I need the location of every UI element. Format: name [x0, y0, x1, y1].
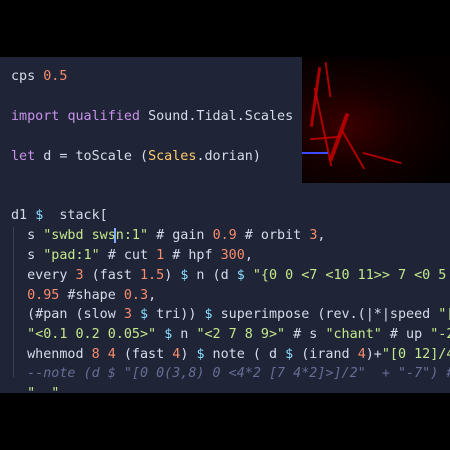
code-token: s — [11, 248, 44, 263]
code-token: , — [148, 288, 157, 303]
code-token: , — [244, 248, 253, 263]
code-token: "pad:1" — [43, 248, 100, 263]
code-token: " " — [27, 386, 59, 393]
code-token: (fast — [115, 347, 173, 362]
code-token: "[ — [438, 307, 450, 322]
video-streak — [324, 62, 332, 97]
code-line-cps[interactable]: cps 0.5 — [11, 69, 67, 85]
code-token: d1 — [11, 208, 36, 223]
code-token: $ — [204, 307, 213, 322]
code-token: #shape — [59, 288, 124, 303]
code-token: d = toScale ( — [43, 149, 149, 164]
code-line-comment[interactable]: --note (d $ "[0 0(3,8) 0 <4*2 [7 4*2]>]/… — [11, 366, 450, 382]
code-token: superimpose (rev.(|*|speed — [212, 307, 439, 322]
code-line-s-pad[interactable]: s "pad:1" # cut 1 # hpf 300, — [11, 248, 253, 264]
code-token: n — [172, 327, 197, 342]
code-token: 4 — [107, 347, 116, 362]
code-token: $ — [285, 347, 294, 362]
code-token: stack[ — [43, 208, 108, 223]
code-line-import[interactable]: import qualified Sound.Tidal.Scales a — [11, 109, 309, 125]
code-token: # s — [285, 327, 326, 342]
code-token: "<0.1 0.2 0.05>" — [27, 327, 157, 342]
code-token: $ — [196, 347, 205, 362]
code-token: # orbit — [236, 228, 310, 243]
code-token: 1.5 — [140, 268, 165, 283]
code-token: note ( d — [204, 347, 286, 362]
code-token: 0.3 — [123, 288, 149, 303]
code-token: (fast — [83, 268, 140, 283]
code-token: 0.9 — [212, 228, 237, 243]
code-line-chant[interactable]: "<0.1 0.2 0.05>" $ n "<2 7 8 9>" # s "ch… — [11, 327, 450, 343]
code-token: "[0 12]/4 — [381, 347, 450, 362]
code-token: )+ — [365, 347, 382, 362]
code-token: 0.95 — [11, 288, 60, 303]
code-token: Scales — [148, 149, 197, 164]
code-token: tri)) — [148, 307, 205, 322]
code-token: s — [11, 228, 44, 243]
code-line-whenmod[interactable]: whenmod 8 4 (fast 4) $ note ( d $ (irand… — [11, 347, 450, 363]
video-overlay — [302, 57, 450, 183]
code-token: (irand — [293, 347, 358, 362]
video-streak — [340, 129, 366, 170]
text-cursor — [114, 228, 116, 243]
code-token: (#pan (slow — [11, 307, 124, 322]
code-token: # hpf — [164, 248, 221, 263]
code-token: "{0 0 <7 <10 11>> 7 <0 5 — [252, 268, 447, 283]
code-token: 3 — [123, 307, 132, 322]
code-token: whenmod — [11, 347, 92, 362]
video-bar — [302, 152, 328, 154]
code-token: .dorian) — [196, 149, 261, 164]
code-token: ) — [180, 347, 197, 362]
code-token: $ — [140, 307, 149, 322]
code-token: "-2 — [430, 327, 450, 342]
code-token: every — [11, 268, 76, 283]
code-token: 4 — [357, 347, 366, 362]
code-token: $ — [236, 268, 245, 283]
code-token: qualified — [67, 109, 149, 124]
code-token: "<2 7 8 9>" — [196, 327, 286, 342]
code-token: 1 — [156, 248, 165, 263]
code-token: Sound.Tidal.Scales a — [148, 109, 310, 124]
code-token: , — [317, 228, 326, 243]
code-line-partial[interactable]: " " — [11, 386, 59, 393]
code-token: n (d — [188, 268, 237, 283]
video-streak — [362, 151, 402, 165]
code-token: # gain — [148, 228, 213, 243]
code-token: "chant" — [325, 327, 382, 342]
code-token: 0.5 — [43, 69, 68, 84]
code-line-d1[interactable]: d1 $ stack[ — [11, 208, 108, 224]
code-token: "swbd swsn:1" — [43, 228, 149, 243]
code-line-shape[interactable]: 0.95 #shape 0.3, — [11, 288, 156, 304]
code-token: 3 — [75, 268, 84, 283]
code-line-pan[interactable]: (#pan (slow 3 $ tri)) $ superimpose (rev… — [11, 307, 450, 323]
code-token: --note (d $ "[0 0(3,8) 0 <4*2 [7 4*2]>]/… — [11, 366, 450, 381]
code-token: # cut — [99, 248, 157, 263]
code-token: let — [11, 149, 44, 164]
letterbox-top — [0, 0, 450, 57]
code-line-s-swbd[interactable]: s "swbd swsn:1" # gain 0.9 # orbit 3, — [11, 228, 325, 244]
code-line-let[interactable]: let d = toScale (Scales.dorian) — [11, 149, 261, 165]
code-token: import — [11, 109, 68, 124]
code-token: 8 — [91, 347, 100, 362]
code-token: ) — [164, 268, 181, 283]
code-token: 300 — [220, 248, 245, 263]
letterbox-bottom — [0, 393, 450, 450]
code-token: # up — [381, 327, 431, 342]
code-line-every[interactable]: every 3 (fast 1.5) $ n (d $ "{0 0 <7 <10… — [11, 268, 446, 284]
code-token: cps — [11, 69, 44, 84]
